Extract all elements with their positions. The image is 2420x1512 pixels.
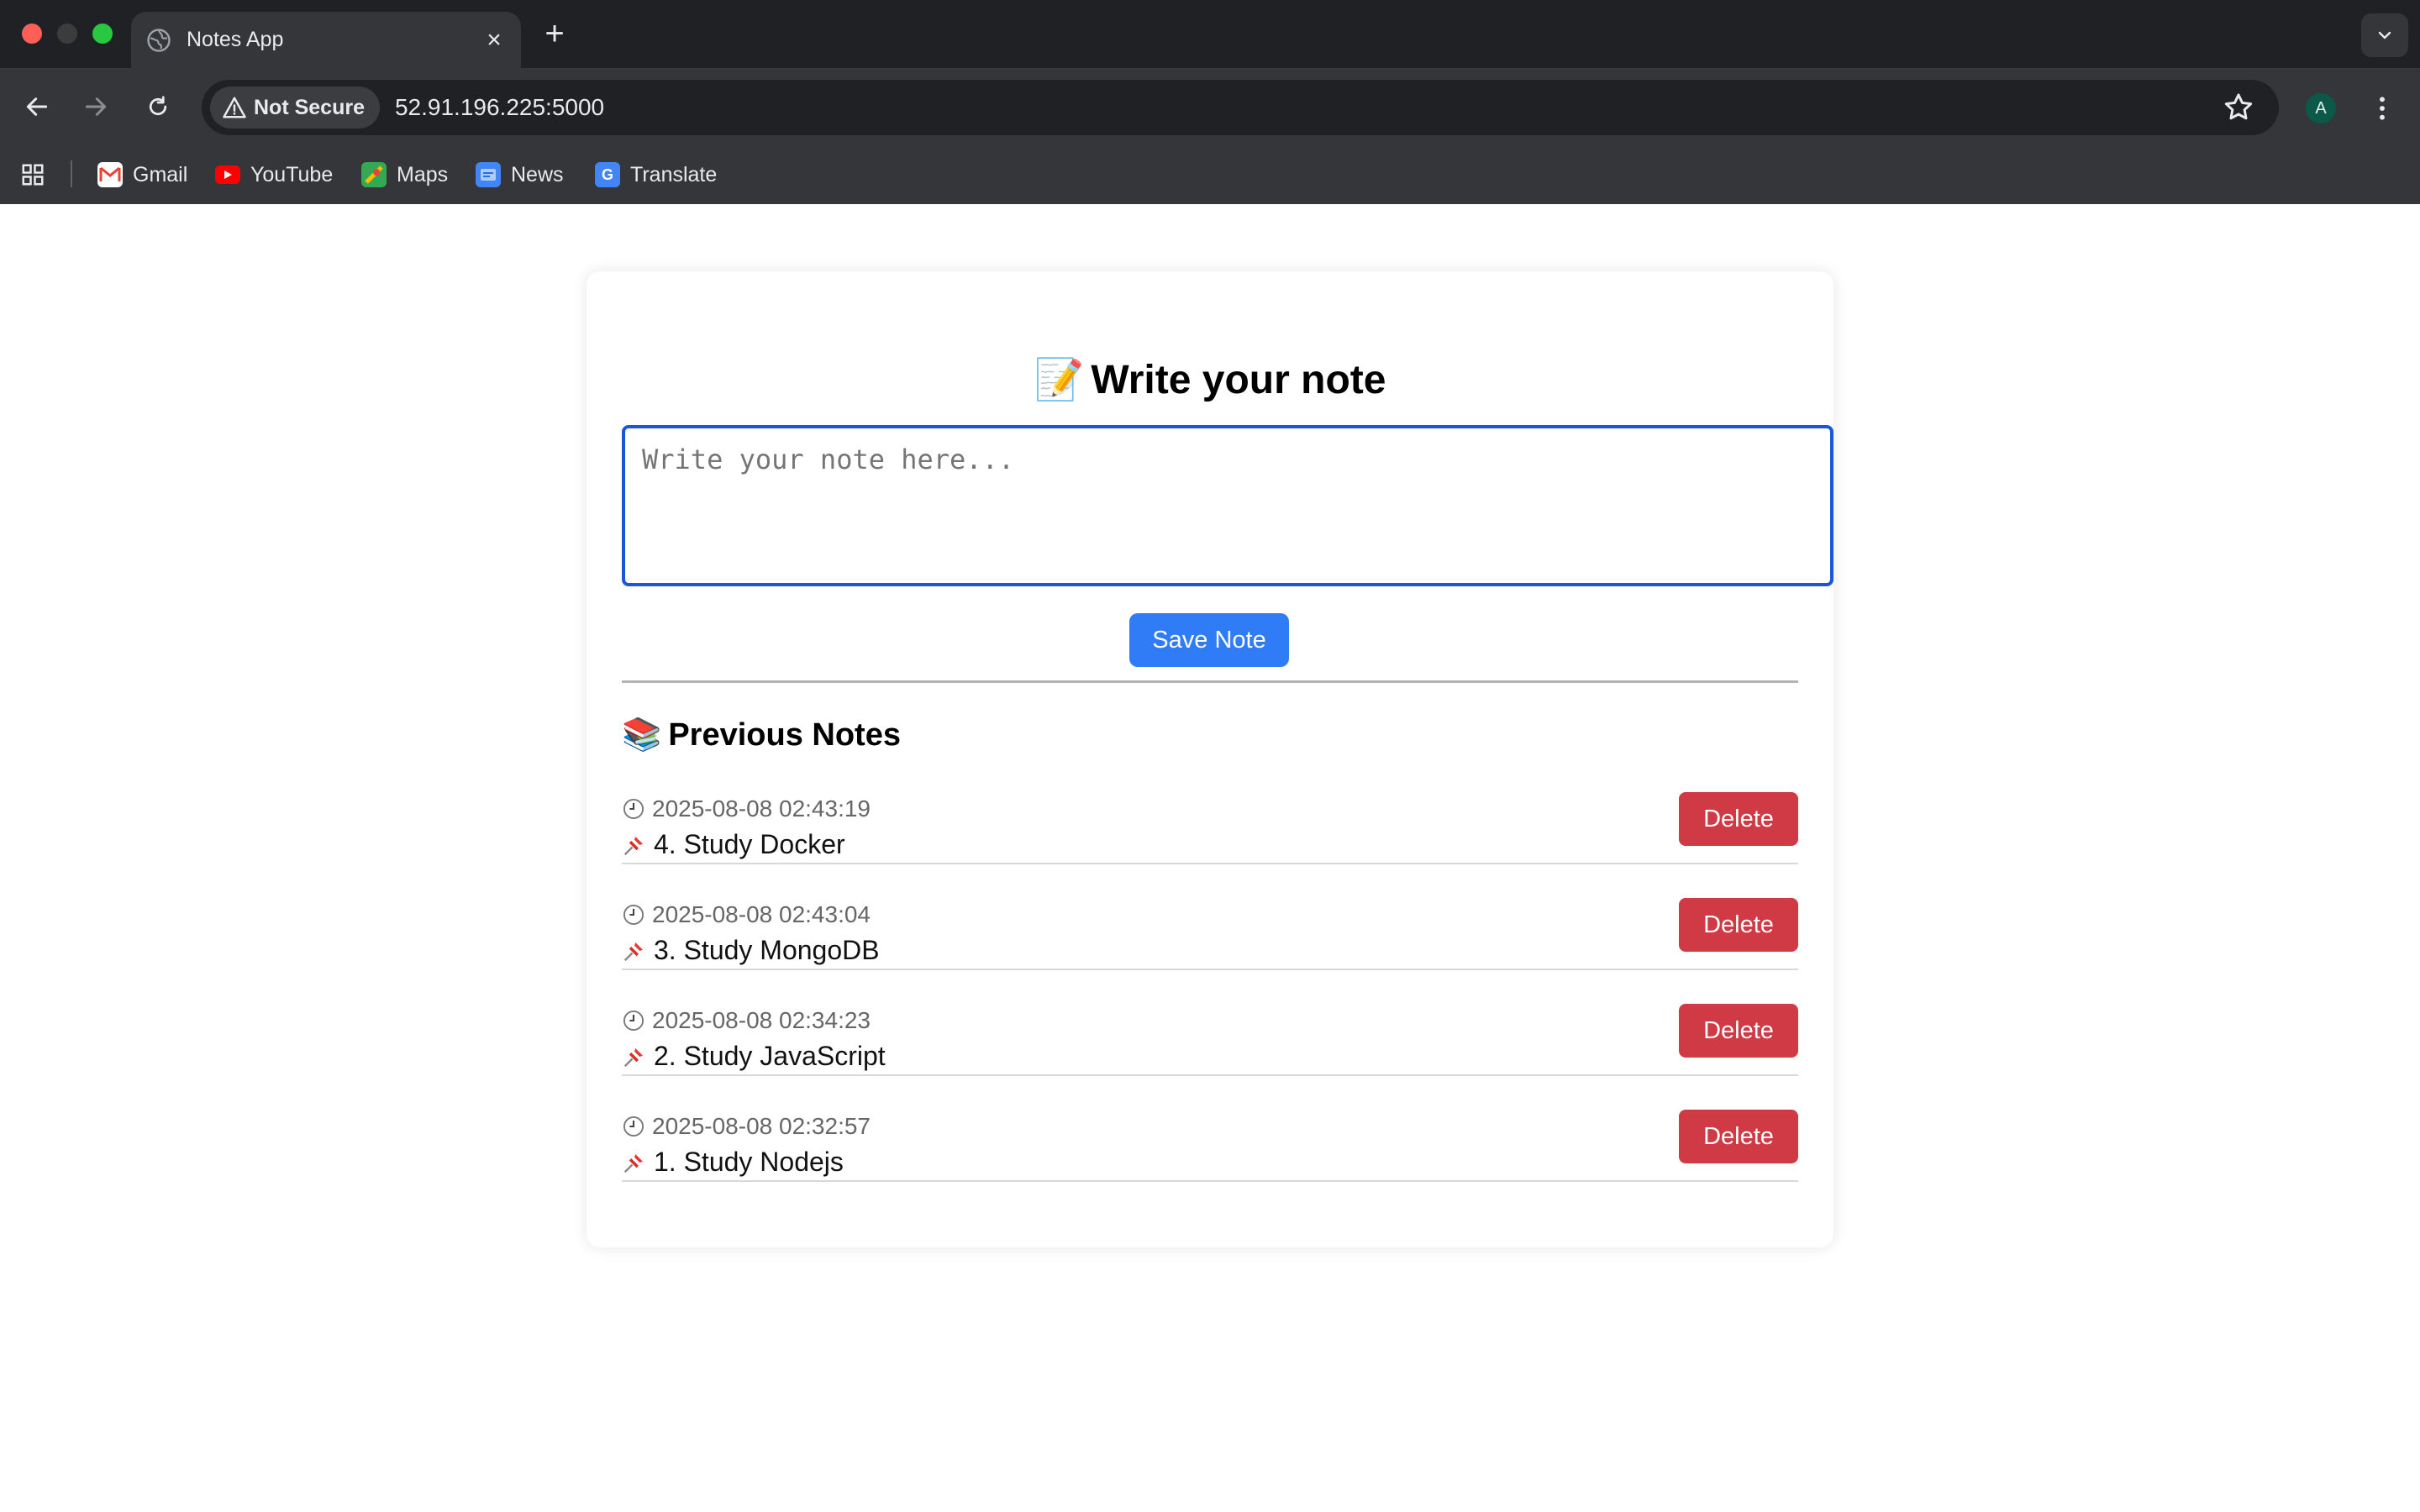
bookmark-label: Translate — [630, 162, 718, 186]
memo-icon: 📝 — [1034, 358, 1085, 402]
bookmark-label: Gmail — [133, 162, 188, 186]
list-item: 2025-08-08 02:34:23 2. Study JavaScript … — [622, 970, 1798, 1076]
note-text-value: 2. Study JavaScript — [654, 1041, 886, 1071]
bookmark-maps[interactable]: Maps — [361, 159, 448, 191]
bookmark-label: News — [511, 162, 564, 186]
books-icon: 📚 — [622, 717, 662, 753]
note-text-value: 3. Study MongoDB — [654, 935, 880, 965]
more-vert-icon — [2380, 97, 2385, 120]
list-item: 2025-08-08 02:43:19 4. Study Docker Dele… — [622, 759, 1798, 864]
security-label: Not Secure — [254, 95, 365, 119]
note-text: 3. Study MongoDB — [622, 935, 880, 966]
list-item: 2025-08-08 02:32:57 1. Study Nodejs Dele… — [622, 1076, 1798, 1182]
clock-icon — [623, 1010, 644, 1032]
note-text: 1. Study Nodejs — [622, 1147, 844, 1178]
forward-button[interactable] — [77, 88, 114, 125]
delete-button[interactable]: Delete — [1679, 1110, 1798, 1163]
maps-icon — [361, 162, 387, 187]
notes-list: 2025-08-08 02:43:19 4. Study Docker Dele… — [622, 759, 1798, 1182]
arrow-left-icon — [26, 97, 48, 116]
reload-button[interactable] — [139, 88, 176, 125]
timestamp-text: 2025-08-08 02:34:23 — [652, 1007, 871, 1033]
warning-icon — [223, 97, 246, 118]
globe-icon — [147, 28, 171, 52]
pushpin-icon — [623, 942, 643, 961]
url-text[interactable]: 52.91.196.225:5000 — [395, 94, 2222, 121]
pushpin-icon — [623, 1047, 643, 1067]
close-tab-icon[interactable]: × — [479, 25, 509, 55]
timestamp-text: 2025-08-08 02:43:19 — [652, 795, 871, 822]
bookmark-news[interactable]: News — [476, 159, 564, 191]
clock-icon — [623, 798, 644, 820]
arrow-right-icon — [85, 97, 107, 116]
browser-chrome: Notes App × + Not Secure 52.91.196.225:5… — [0, 0, 2420, 204]
bookmark-translate[interactable]: G Translate — [595, 159, 717, 191]
chevron-down-icon — [2378, 31, 2391, 39]
reload-icon — [149, 96, 167, 116]
back-button[interactable] — [18, 88, 55, 125]
previous-notes-heading: 📚 Previous Notes — [622, 717, 901, 753]
note-timestamp: 2025-08-08 02:43:04 — [622, 901, 871, 928]
minimize-window-button[interactable] — [57, 24, 77, 44]
timestamp-text: 2025-08-08 02:32:57 — [652, 1113, 871, 1139]
note-timestamp: 2025-08-08 02:43:19 — [622, 795, 871, 822]
window-controls — [22, 24, 113, 44]
bookmark-label: YouTube — [250, 162, 334, 186]
bookmark-gmail[interactable]: Gmail — [97, 159, 187, 191]
translate-icon: G — [595, 162, 620, 187]
address-bar[interactable]: Not Secure 52.91.196.225:5000 — [202, 80, 2279, 135]
section-divider — [622, 680, 1798, 683]
notes-card: 📝Write your note Save Note 📚Previous Not… — [587, 271, 1833, 1247]
save-note-button[interactable]: Save Note — [1129, 613, 1289, 667]
bookmark-star-icon[interactable] — [2222, 91, 2255, 124]
note-timestamp: 2025-08-08 02:32:57 — [622, 1113, 871, 1140]
page-title-text: Write your note — [1091, 358, 1386, 402]
list-item: 2025-08-08 02:43:04 3. Study MongoDB Del… — [622, 864, 1798, 970]
close-window-button[interactable] — [22, 24, 42, 44]
tab-search-button[interactable] — [2361, 13, 2408, 57]
browser-toolbar: Not Secure 52.91.196.225:5000 A — [0, 68, 2420, 145]
note-text: 2. Study JavaScript — [622, 1041, 886, 1072]
note-text-value: 4. Study Docker — [654, 829, 845, 859]
tab-title: Notes App — [187, 28, 284, 51]
tab-strip: Notes App × + — [0, 0, 2420, 68]
delete-button[interactable]: Delete — [1679, 898, 1798, 952]
note-text: 4. Study Docker — [622, 829, 845, 860]
gmail-icon — [97, 162, 123, 187]
browser-menu-button[interactable] — [2370, 90, 2395, 127]
news-icon — [476, 162, 501, 187]
note-input[interactable] — [622, 425, 1833, 586]
bookmarks-separator — [71, 160, 72, 187]
timestamp-text: 2025-08-08 02:43:04 — [652, 901, 871, 927]
maximize-window-button[interactable] — [92, 24, 113, 44]
delete-button[interactable]: Delete — [1679, 792, 1798, 846]
clock-icon — [623, 1116, 644, 1137]
previous-notes-title: Previous Notes — [668, 717, 901, 753]
bookmarks-bar: Gmail YouTube Maps News G Translate — [0, 145, 2420, 204]
note-text-value: 1. Study Nodejs — [654, 1147, 844, 1177]
pushpin-icon — [623, 1153, 643, 1173]
bookmark-youtube[interactable]: YouTube — [215, 159, 333, 191]
profile-avatar[interactable]: A — [2306, 93, 2336, 123]
note-timestamp: 2025-08-08 02:34:23 — [622, 1007, 871, 1034]
new-tab-button[interactable]: + — [538, 15, 571, 52]
bookmark-label: Maps — [397, 162, 449, 186]
page-title: 📝 Write your note — [587, 355, 1833, 403]
security-indicator[interactable]: Not Secure — [210, 87, 380, 129]
youtube-icon — [215, 165, 240, 184]
delete-button[interactable]: Delete — [1679, 1004, 1798, 1058]
page-content: 📝Write your note Save Note 📚Previous Not… — [0, 204, 2420, 1512]
tab-notes-app[interactable]: Notes App × — [131, 12, 521, 68]
clock-icon — [623, 904, 644, 926]
apps-grid-icon[interactable] — [20, 162, 45, 187]
pushpin-icon — [623, 836, 643, 855]
